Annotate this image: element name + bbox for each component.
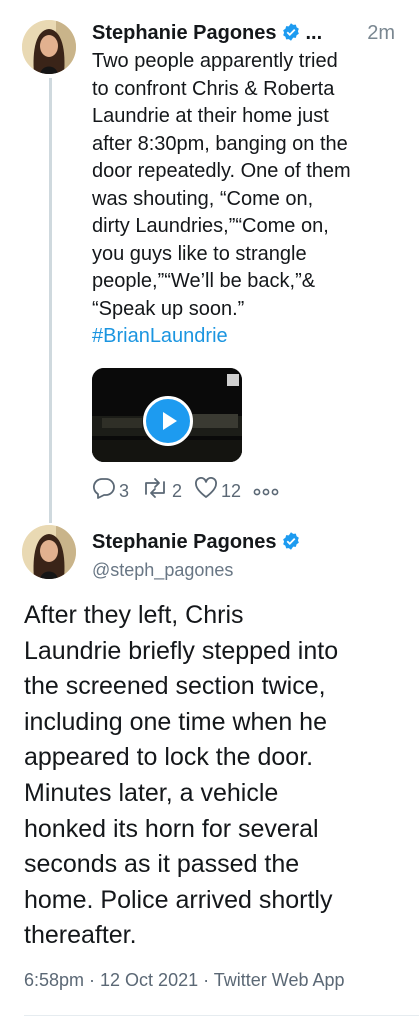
author-name: Stephanie Pagones [92, 531, 277, 553]
text-line: honked its horn for several [24, 814, 319, 843]
text-line: after 8:30pm, banging on the [92, 132, 348, 155]
text-line: was shouting, “Come on, [92, 187, 314, 210]
tweet1-header: Stephanie Pagones... 2m [92, 18, 409, 48]
text-line: the screened section twice, [24, 672, 326, 701]
verified-badge-icon [281, 531, 301, 551]
text-line: people,”“We’ll be back,”& [92, 270, 316, 292]
like-button[interactable]: 12 [194, 476, 242, 506]
avatar[interactable] [22, 525, 76, 579]
avatar[interactable] [22, 20, 76, 74]
reply-icon [92, 477, 119, 506]
text-line: Two people apparently tried [92, 50, 338, 72]
tweet2-text: After they left, Chris Laundrie briefly s… [24, 598, 404, 954]
like-count: 12 [221, 481, 242, 501]
play-icon[interactable] [143, 396, 193, 446]
text-line: “Speak up soon.” [92, 297, 245, 320]
verified-badge-icon [281, 21, 301, 41]
text-line: After they left, Chris [24, 601, 244, 629]
divider [24, 1015, 419, 1016]
text-line: you guys like to strangle [92, 242, 307, 265]
text-line: dirty Laundries,”“Come on, [92, 215, 329, 237]
text-line: seconds as it passed the [24, 850, 300, 879]
like-icon [194, 476, 221, 506]
reply-count: 3 [119, 481, 130, 501]
video-thumbnail[interactable] [92, 368, 242, 462]
name-truncation: ... [305, 22, 323, 44]
text-line: Minutes later, a vehicle [24, 778, 279, 807]
hashtag-link[interactable]: #BrianLaundrie [92, 323, 407, 351]
tweet1-text: Two people apparently tried to confront C… [92, 48, 407, 351]
more-icon [253, 478, 282, 504]
text-line: door repeatedly. One of them [92, 160, 351, 182]
tweet1-actions: 3 2 12 [92, 476, 294, 506]
tweet-time[interactable]: 2m [367, 18, 395, 48]
text-line: thereafter. [24, 921, 137, 950]
text-line: to confront Chris & Roberta [92, 77, 335, 100]
retweet-count: 2 [172, 481, 183, 501]
text-line: including one time when he [24, 707, 327, 736]
text-line: home. Police arrived shortly [24, 885, 333, 914]
reply-button[interactable]: 3 [92, 477, 129, 506]
text-line: Laundrie at their home just [92, 105, 329, 127]
retweet-button[interactable]: 2 [141, 477, 182, 506]
author-name[interactable]: Stephanie Pagones [92, 22, 277, 44]
author-handle[interactable]: @steph_pagones [92, 558, 233, 582]
text-line: appeared to lock the door. [24, 743, 314, 772]
tweet2-author[interactable]: Stephanie Pagones [92, 528, 301, 556]
text-line: Laundrie briefly stepped into [24, 636, 339, 665]
retweet-icon [141, 477, 172, 506]
thread-connector-line [49, 78, 52, 523]
tweet-timestamp-source[interactable]: 6:58pm · 12 Oct 2021 · Twitter Web App [24, 966, 345, 994]
more-button[interactable] [253, 478, 282, 504]
